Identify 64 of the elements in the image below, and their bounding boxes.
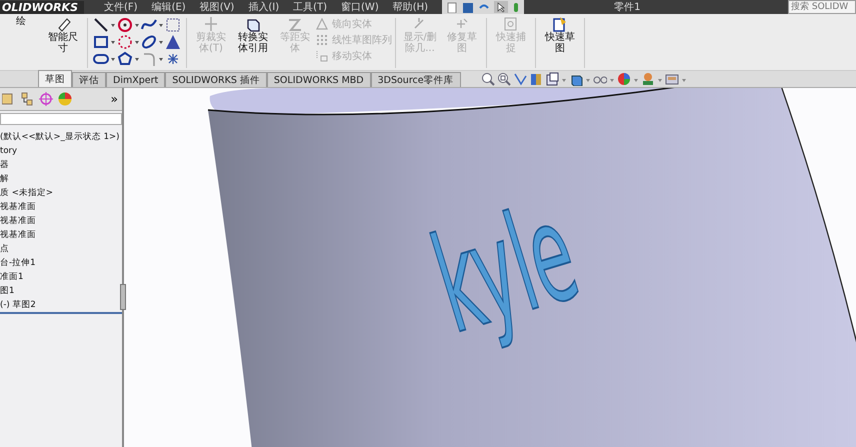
display-settings-icon[interactable] [664,72,679,86]
rectangle-icon[interactable] [93,34,109,50]
scene-icon[interactable] [640,72,655,86]
menu-item[interactable]: 插入(I) [248,0,280,14]
target-icon[interactable] [38,91,54,107]
section-view-icon[interactable] [528,72,543,86]
ribbon-button[interactable]: 智能尺寸 [42,16,84,54]
tree-item[interactable]: 视基准面 [0,214,122,228]
tree-item[interactable]: 视基准面 [0,200,122,214]
tree-item[interactable]: 点 [0,242,122,256]
menu-item[interactable]: 文件(F) [104,0,138,14]
search-field[interactable]: 搜索 SOLIDW [788,0,856,14]
line-icon[interactable] [93,17,109,33]
tree-item[interactable]: 器 [0,158,122,172]
save-icon[interactable] [462,2,474,12]
property-manager-icon[interactable] [19,91,35,107]
menu-item[interactable]: 编辑(E) [152,0,186,14]
tree-item[interactable]: 解 [0,172,122,186]
hatch-icon[interactable] [165,17,181,33]
menu-item[interactable]: 视图(V) [200,0,234,14]
ribbon-button[interactable]: 绘 [0,16,42,27]
tree-item[interactable]: 台-拉伸1 [0,256,122,270]
display-manager-icon[interactable] [57,91,73,107]
tree-item[interactable]: 视基准面 [0,228,122,242]
ribbon-tab[interactable]: SOLIDWORKS MBD [266,72,371,87]
ribbon-button[interactable]: 快速草图 [539,16,581,70]
polygon-icon[interactable] [117,51,133,67]
offset-icon [286,16,304,32]
dot-grid-icon [316,34,328,46]
view-orientation-icon[interactable] [544,72,559,86]
expand-button[interactable]: » [110,92,118,106]
app-logo: OLIDWORKS [0,0,84,14]
tree-item[interactable]: tory [0,144,122,158]
tree-item[interactable]: 图1 [0,284,122,298]
tree-item[interactable]: 质 <未指定> [0,186,122,200]
panel-resize-handle[interactable] [120,284,126,310]
slot-icon[interactable] [93,51,109,67]
menu-item[interactable]: 工具(T) [293,0,328,14]
ribbon-button[interactable]: 转换实体引用 [232,16,274,54]
zoom-fit-icon[interactable] [480,72,495,86]
appearance-icon[interactable] [616,72,631,86]
ribbon-tab[interactable]: SOLIDWORKS 插件 [165,72,267,87]
embossed-text: kyle [418,174,594,364]
tree-item[interactable]: (默认<<默认>_显示状态 1>) [0,130,122,144]
arc-icon[interactable] [117,34,133,50]
ribbon-tab[interactable]: 草图 [38,70,72,87]
filter-field[interactable] [0,113,122,125]
mirror-icon [316,18,328,30]
move-icon [316,50,328,62]
ellipse-icon[interactable] [141,34,157,50]
ribbon-tab[interactable]: 3DSource零件库 [370,72,461,87]
document-title: 零件1 [614,1,640,14]
tree-item[interactable]: (-) 草图2 [0,298,122,312]
tree-item[interactable]: 准面1 [0,270,122,284]
menu-item[interactable]: 窗口(W) [341,0,379,14]
text-icon[interactable] [165,34,181,50]
trim-icon [202,16,220,32]
pointer-icon[interactable] [494,1,508,13]
menu-item[interactable]: 帮助(H) [392,0,428,14]
ribbon-tab[interactable]: DimXpert [106,72,166,87]
ribbon-tab[interactable]: 评估 [72,72,106,87]
circle-icon[interactable] [117,17,133,33]
point-icon[interactable] [165,51,181,67]
zoom-area-icon[interactable] [496,72,511,86]
